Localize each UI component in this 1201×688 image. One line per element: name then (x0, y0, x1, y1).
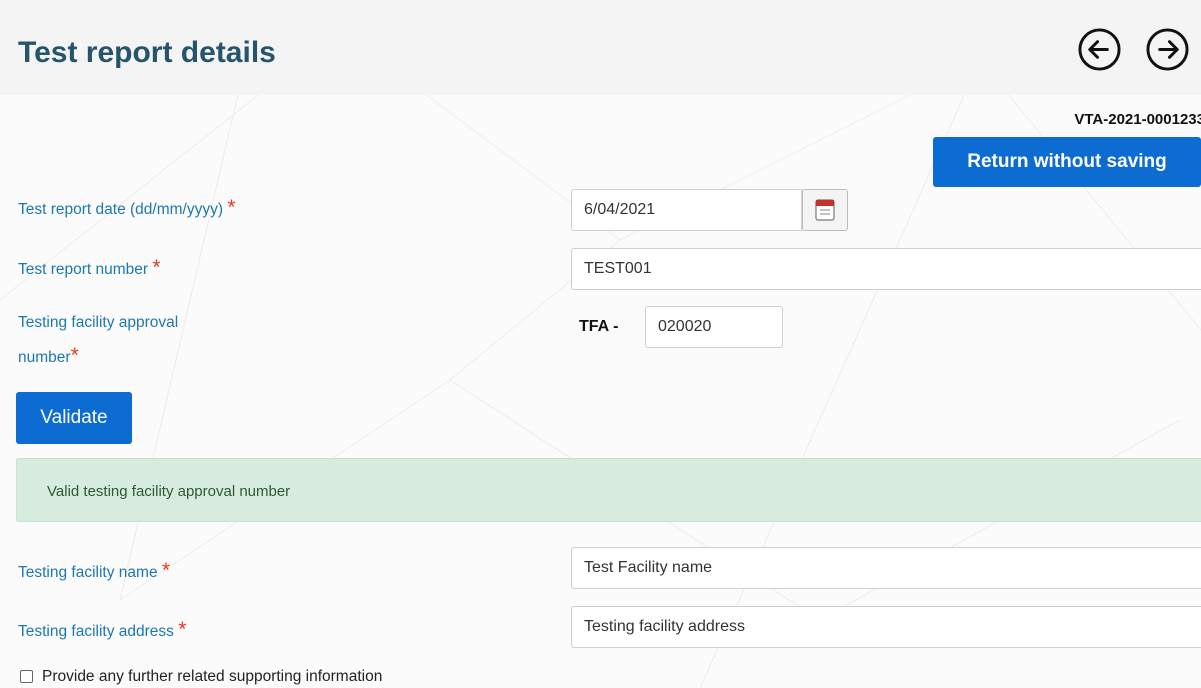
previous-arrow-icon[interactable] (1077, 27, 1122, 72)
success-alert: Valid testing facility approval number (16, 458, 1201, 522)
required-asterisk: * (161, 559, 171, 582)
calendar-icon (815, 199, 835, 221)
approval-number-input[interactable] (645, 306, 783, 348)
validate-button[interactable]: Validate (16, 392, 132, 444)
facility-name-input[interactable] (571, 547, 1201, 589)
required-asterisk: * (152, 256, 161, 279)
supporting-info-checkbox[interactable] (20, 670, 33, 683)
facility-address-input[interactable] (571, 606, 1201, 648)
approval-number-label-line1: Testing facility approval (18, 314, 179, 331)
report-date-label-text: Test report date (dd/mm/yyyy) (18, 201, 224, 218)
calendar-button[interactable] (802, 189, 848, 231)
tfa-prefix: TFA - (579, 318, 619, 335)
required-asterisk: * (178, 618, 187, 641)
alert-message: Valid testing facility approval number (47, 483, 291, 500)
page-title: Test report details (18, 36, 276, 69)
report-date-label: Test report date (dd/mm/yyyy) * (18, 196, 236, 220)
report-number-label-text: Test report number (18, 261, 149, 278)
facility-name-label: Testing facility name * (18, 559, 170, 583)
facility-name-label-text: Testing facility name (18, 564, 158, 581)
next-arrow-icon[interactable] (1145, 27, 1190, 72)
required-asterisk: * (227, 196, 236, 219)
reference-number: VTA-2021-0001233 (1074, 111, 1201, 128)
report-number-label: Test report number * (18, 256, 161, 280)
report-date-input[interactable] (571, 189, 802, 231)
return-without-saving-button[interactable]: Return without saving (933, 137, 1201, 187)
approval-number-label-line2: number* (18, 344, 79, 368)
facility-address-label-text: Testing facility address (18, 623, 174, 640)
supporting-info-label: Provide any further related supporting i… (42, 668, 383, 685)
required-asterisk: * (70, 344, 79, 367)
facility-address-label: Testing facility address * (18, 618, 186, 642)
approval-number-label-text: number (18, 349, 71, 366)
report-number-input[interactable] (571, 248, 1201, 290)
